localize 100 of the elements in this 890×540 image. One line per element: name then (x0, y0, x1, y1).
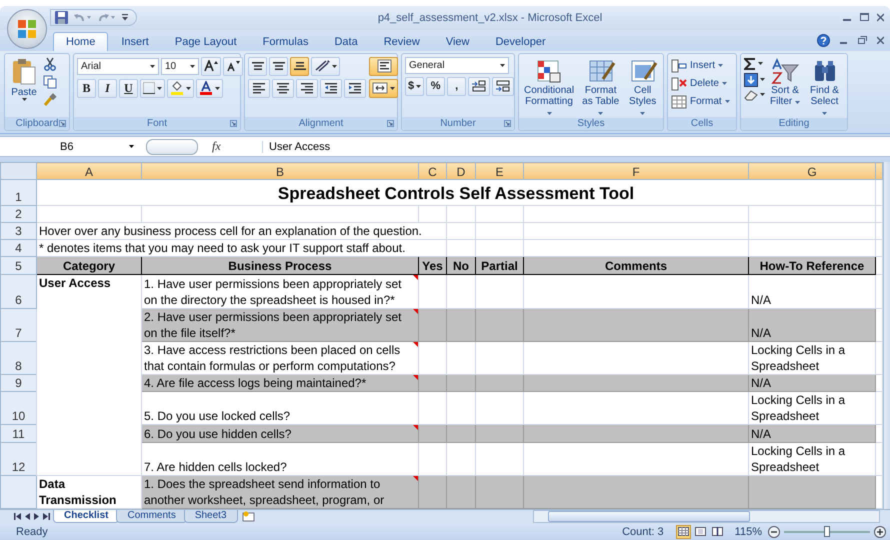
wrap-text-button[interactable] (369, 56, 398, 76)
copy-icon[interactable] (43, 74, 57, 89)
ribbon-tab[interactable]: Review (370, 32, 433, 51)
table-cell[interactable]: 2. Have user permissions been appropriately set on the file itself?* (142, 308, 418, 342)
table-cell[interactable]: 1. Does the spreadsheet send information to another worksheet, spreadsheet, program, or (142, 475, 418, 509)
row-header[interactable]: 3 (0, 222, 36, 240)
sheet-tab[interactable]: Comments (116, 510, 187, 524)
row-header[interactable]: 7 (0, 308, 36, 342)
column-header[interactable]: B (142, 162, 418, 180)
row-header[interactable]: 10 (0, 392, 36, 425)
orientation-button[interactable] (311, 56, 340, 76)
column-header[interactable]: E (476, 162, 524, 180)
decrease-indent-button[interactable] (320, 78, 342, 98)
font-name-field[interactable]: Arial (77, 58, 159, 75)
style-button[interactable]: Format as Table (579, 56, 622, 118)
row-header[interactable]: 6 (0, 274, 36, 308)
maximize-icon[interactable] (860, 13, 869, 22)
ribbon-tab[interactable]: Insert (108, 32, 162, 51)
vertical-scrollbar[interactable] (883, 162, 890, 510)
increase-decimal-button[interactable] (468, 76, 490, 96)
number-format-button[interactable]: , (447, 76, 466, 96)
column-header[interactable]: C (418, 162, 446, 180)
view-button[interactable] (676, 524, 691, 539)
sheet-tab[interactable]: Checklist (53, 510, 120, 524)
formula-input[interactable]: User Access (262, 140, 890, 152)
font-size-field[interactable]: 10 (161, 58, 199, 75)
save-icon[interactable] (55, 11, 68, 24)
view-button[interactable] (710, 524, 725, 539)
fill-button[interactable] (744, 72, 765, 87)
align-center-button[interactable] (272, 78, 294, 98)
align-middle-button[interactable] (269, 56, 288, 76)
align-right-button[interactable] (296, 78, 318, 98)
align-bottom-button[interactable] (290, 56, 309, 76)
previous-sheet-icon[interactable] (25, 513, 30, 520)
ribbon-tab[interactable]: Data (321, 32, 371, 51)
row-header[interactable]: 12 (0, 442, 36, 476)
merge-center-button[interactable] (369, 78, 398, 98)
align-left-button[interactable] (248, 78, 270, 98)
view-button[interactable] (692, 524, 708, 539)
clear-button[interactable] (744, 88, 765, 101)
table-cell[interactable]: 4. Are file access logs being maintained?* (142, 374, 418, 392)
borders-button[interactable] (140, 78, 165, 98)
column-header[interactable]: D (446, 162, 476, 180)
editing-button[interactable]: Sort & Filter (768, 56, 802, 118)
row-header[interactable]: 2 (0, 205, 36, 222)
table-cell[interactable]: 1. Have user permissions been appropriately set on the directory the spreadsheet is housed in?* (142, 274, 418, 308)
align-top-button[interactable] (248, 56, 267, 76)
shrink-font-button[interactable] (223, 56, 243, 76)
ribbon-tab[interactable]: View (432, 32, 482, 51)
row-header[interactable]: 5 (0, 256, 36, 275)
sheet-tab[interactable]: Sheet3 (184, 510, 238, 524)
autosum-button[interactable] (744, 56, 765, 71)
grow-font-button[interactable] (201, 56, 221, 76)
dialog-launcher-icon[interactable] (230, 120, 237, 127)
style-button[interactable]: Cell Styles (625, 56, 660, 118)
insert-sheet-icon[interactable] (242, 511, 256, 522)
close-icon[interactable] (877, 36, 884, 44)
dialog-launcher-icon[interactable] (387, 120, 394, 127)
customize-icon[interactable] (122, 14, 128, 22)
zoom-in-icon[interactable] (874, 526, 886, 538)
increase-indent-button[interactable] (344, 78, 366, 98)
editing-button[interactable]: Find & Select (805, 56, 844, 118)
restore-icon[interactable] (858, 36, 867, 44)
bold-button[interactable]: B (77, 78, 96, 98)
row-header[interactable]: 8 (0, 341, 36, 375)
decrease-decimal-button[interactable] (492, 76, 514, 96)
help-icon[interactable] (817, 34, 830, 47)
last-sheet-icon[interactable] (43, 513, 50, 520)
ribbon-tab[interactable]: Page Layout (162, 32, 250, 51)
zoom-out-icon[interactable] (768, 526, 780, 538)
row-header[interactable]: 11 (0, 424, 36, 442)
column-header[interactable]: A (36, 162, 142, 180)
font-color-button[interactable] (196, 78, 223, 98)
row-header[interactable]: 4 (0, 239, 36, 257)
first-sheet-icon[interactable] (14, 513, 21, 520)
paste-button[interactable]: Paste (8, 56, 40, 117)
table-cell[interactable]: 6. Do you use hidden cells? (142, 424, 418, 442)
row-header[interactable]: 9 (0, 374, 36, 392)
style-button[interactable]: Conditional Formatting (522, 56, 576, 118)
fill-color-button[interactable] (167, 78, 194, 98)
column-header[interactable]: G (748, 162, 876, 180)
brush-icon[interactable] (43, 92, 57, 107)
horizontal-scrollbar[interactable] (533, 510, 880, 524)
ribbon-tab[interactable]: Formulas (250, 32, 322, 51)
dialog-launcher-icon[interactable] (504, 120, 511, 127)
zoom-level[interactable]: 115% (734, 526, 762, 538)
cells-button[interactable]: Delete (671, 74, 730, 93)
insert-function-button[interactable]: fx (198, 139, 262, 154)
table-cell[interactable]: 7. Are hidden cells locked? (142, 442, 418, 476)
scissors-icon[interactable] (43, 56, 57, 71)
cells-button[interactable]: Format (671, 92, 730, 111)
next-sheet-icon[interactable] (34, 513, 39, 520)
dialog-launcher-icon[interactable] (59, 120, 66, 127)
formula-bar-handle[interactable] (146, 138, 198, 154)
slider-thumb[interactable] (824, 526, 830, 537)
ribbon-tab[interactable]: Home (53, 32, 108, 51)
cells-button[interactable]: Insert (671, 56, 730, 75)
underline-button[interactable]: U (119, 78, 138, 98)
row-header[interactable]: 1 (0, 179, 36, 206)
number-format-field[interactable]: General (405, 56, 509, 74)
